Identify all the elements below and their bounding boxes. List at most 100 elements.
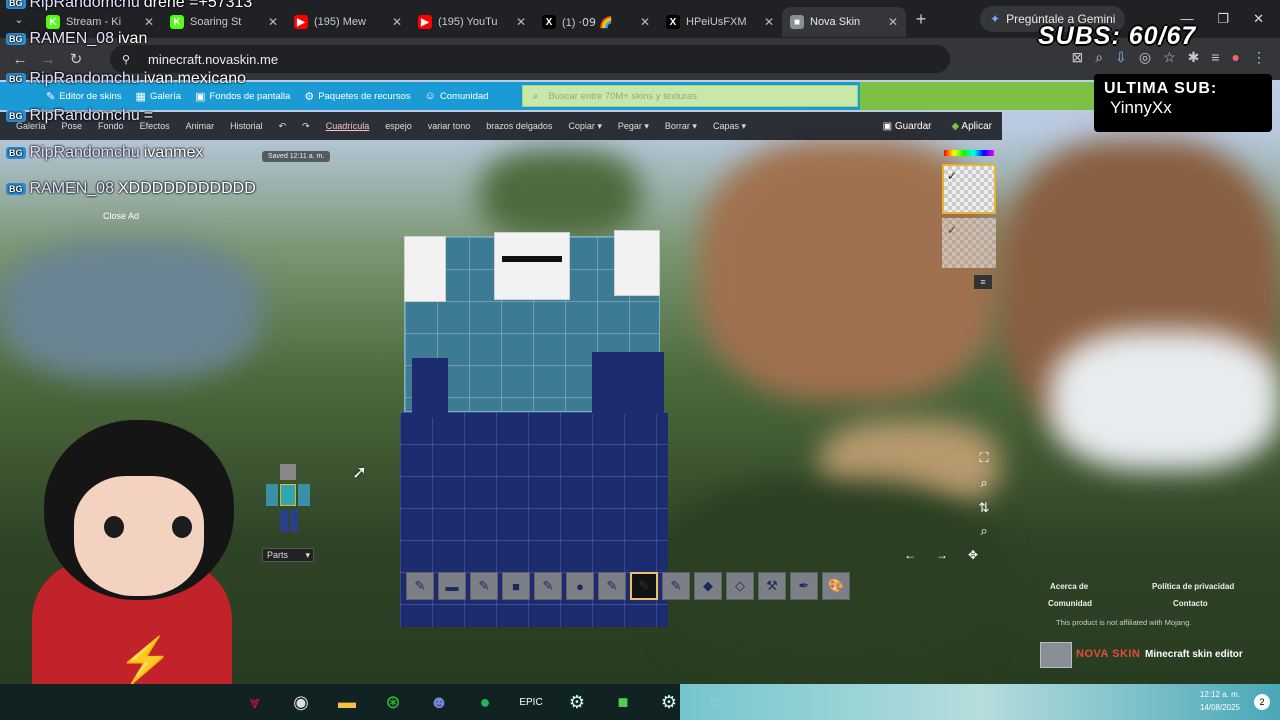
toolbar-item[interactable]: espejo: [377, 121, 420, 132]
obs-icon[interactable]: ◉: [278, 692, 324, 713]
browser-tab[interactable]: X HPeiUsFXM ✕: [658, 7, 782, 37]
zoom-out-icon[interactable]: ⌕: [970, 523, 998, 545]
community-link[interactable]: Comunidad: [1048, 599, 1092, 608]
check-icon[interactable]: ✓: [947, 169, 957, 183]
eyedropper-icon[interactable]: ✒: [790, 572, 818, 600]
skin-model-viewport[interactable]: [392, 228, 672, 628]
search-input[interactable]: ⌕ Buscar entre 70M+ skins y texturas: [522, 85, 858, 107]
stream-chat: BG RipRandomchu drene =+57313 BG RAMEN_08…: [0, 0, 300, 210]
close-tab-icon[interactable]: ✕: [516, 15, 526, 29]
youtube-icon: ▶: [418, 15, 432, 29]
parts-label: Parts: [267, 550, 289, 560]
steam-icon-2[interactable]: ⚙: [646, 692, 692, 713]
close-tab-icon[interactable]: ✕: [640, 15, 650, 29]
spotify-icon[interactable]: ●: [462, 692, 508, 713]
clock[interactable]: 12:12 a. m. 14/08/2025: [1200, 688, 1240, 714]
app-icon-2[interactable]: ◌: [692, 692, 738, 713]
badge-icon: BG: [6, 0, 26, 9]
pencil-icon[interactable]: ✎: [470, 572, 498, 600]
zoom-icon[interactable]: ⌕: [1095, 49, 1103, 66]
bookmark-icon[interactable]: ☆: [1163, 49, 1176, 66]
tab-title: (195) YouTu: [438, 16, 498, 28]
minecraft-icon[interactable]: ■: [600, 692, 646, 713]
close-tab-icon[interactable]: ✕: [888, 15, 898, 29]
toolbar-item[interactable]: Pegar ▾: [610, 121, 657, 132]
epic-games-icon[interactable]: EPIC: [508, 697, 554, 708]
part-preview[interactable]: [262, 462, 314, 538]
nav-item[interactable]: ☺ Comunidad: [425, 90, 489, 103]
mouse-cursor-icon: ➚: [352, 462, 368, 482]
fill-icon[interactable]: ◆: [694, 572, 722, 600]
arrow-right-icon[interactable]: →: [936, 548, 948, 562]
menu-icon[interactable]: ⋮: [1252, 49, 1266, 66]
maximize-icon[interactable]: ❐: [1217, 11, 1229, 27]
layers-menu-button[interactable]: ≡: [974, 275, 992, 289]
zoom-in-icon[interactable]: ⌕: [970, 475, 998, 497]
circle-icon[interactable]: ●: [566, 572, 594, 600]
toolbar-item[interactable]: variar tono: [420, 121, 479, 132]
browser-tab[interactable]: ▶ (195) Mew ✕: [286, 7, 410, 37]
pencil-icon[interactable]: ✎: [534, 572, 562, 600]
eye-off-icon[interactable]: ◎: [1139, 49, 1151, 66]
stamp-icon[interactable]: ⚒: [758, 572, 786, 600]
toolbar-item[interactable]: Capas ▾: [705, 121, 754, 132]
extensions-icon[interactable]: ✱: [1188, 49, 1200, 66]
layer-thumbnail-1[interactable]: ✓: [942, 164, 996, 214]
chat-user: RAMEN_08: [29, 180, 114, 197]
eraser-icon[interactable]: ◇: [726, 572, 754, 600]
site-footer: Acerca de Política de privacidad Comunid…: [1002, 570, 1280, 680]
parts-dropdown[interactable]: Parts ▾: [262, 548, 314, 562]
save-button[interactable]: ▣ Guardar: [883, 121, 932, 132]
close-tab-icon[interactable]: ✕: [392, 15, 402, 29]
square-icon[interactable]: ■: [502, 572, 530, 600]
close-ad-button[interactable]: Close Ad: [103, 211, 139, 221]
color-strip[interactable]: [944, 150, 994, 156]
media-icon[interactable]: ≡: [1211, 49, 1219, 66]
chat-text: =: [143, 107, 154, 124]
toolbar-item[interactable]: Borrar ▾: [657, 121, 705, 132]
apply-button[interactable]: ◆ Aplicar: [952, 121, 993, 132]
toolbar-item[interactable]: Copiar ▾: [560, 121, 610, 132]
move-icon[interactable]: ✥: [968, 548, 978, 562]
chat-text: ivan: [117, 30, 148, 47]
fullscreen-icon[interactable]: ⛶: [970, 450, 998, 472]
app-icon-1[interactable]: ⩔: [232, 692, 278, 713]
chat-user: RipRandomchu: [29, 107, 140, 124]
browser-tab[interactable]: ■ Nova Skin ✕: [782, 7, 906, 37]
close-tab-icon[interactable]: ✕: [764, 15, 774, 29]
privacy-link[interactable]: Política de privacidad: [1152, 582, 1234, 591]
nav-item[interactable]: ⚙ Paquetes de recursos: [304, 90, 410, 103]
cast-icon[interactable]: ⊠: [1072, 49, 1084, 66]
chat-user: RipRandomchu: [29, 70, 140, 87]
toolbar-item[interactable]: brazos delgados: [478, 121, 560, 132]
model-ear-right: [614, 230, 660, 296]
profile-icon[interactable]: ●: [1232, 49, 1240, 66]
bar-icon[interactable]: ▬: [438, 572, 466, 600]
discord-icon[interactable]: ☻: [416, 692, 462, 713]
check-icon[interactable]: ✓: [947, 223, 957, 237]
pencil-icon[interactable]: ✎: [630, 572, 658, 600]
toolbar-item[interactable]: Cuadrícula: [318, 121, 378, 132]
install-icon[interactable]: ⇩: [1115, 49, 1127, 66]
browser-tab[interactable]: ▶ (195) YouTu ✕: [410, 7, 534, 37]
folder-icon[interactable]: ▬: [324, 692, 370, 713]
pencil-icon[interactable]: ✎: [662, 572, 690, 600]
chat-message: BG RAMEN_08 XDDDDDDDDDDD: [6, 180, 256, 198]
novaskin-icon: ■: [790, 15, 804, 29]
chat-message: BG RipRandomchu =: [6, 107, 153, 125]
x-icon: X: [542, 15, 556, 29]
steam-icon[interactable]: ⚙: [554, 692, 600, 713]
pencil-icon[interactable]: ✎: [406, 572, 434, 600]
arrow-left-icon[interactable]: ←: [904, 548, 916, 562]
layer-thumbnail-2[interactable]: ✓: [942, 218, 996, 268]
browser-tab[interactable]: X (1) ⋅𝟢𝟫 🌈 ✕: [534, 7, 658, 37]
pencil-icon[interactable]: ✎: [598, 572, 626, 600]
swap-icon[interactable]: ⇅: [970, 500, 998, 522]
notification-badge[interactable]: 2: [1254, 694, 1270, 710]
contact-link[interactable]: Contacto: [1173, 599, 1208, 608]
palette-icon[interactable]: 🎨: [822, 572, 850, 600]
close-window-icon[interactable]: ✕: [1253, 11, 1264, 27]
about-link[interactable]: Acerca de: [1050, 582, 1088, 591]
xbox-icon[interactable]: ⊛: [370, 692, 416, 713]
new-tab-button[interactable]: +: [906, 9, 936, 30]
